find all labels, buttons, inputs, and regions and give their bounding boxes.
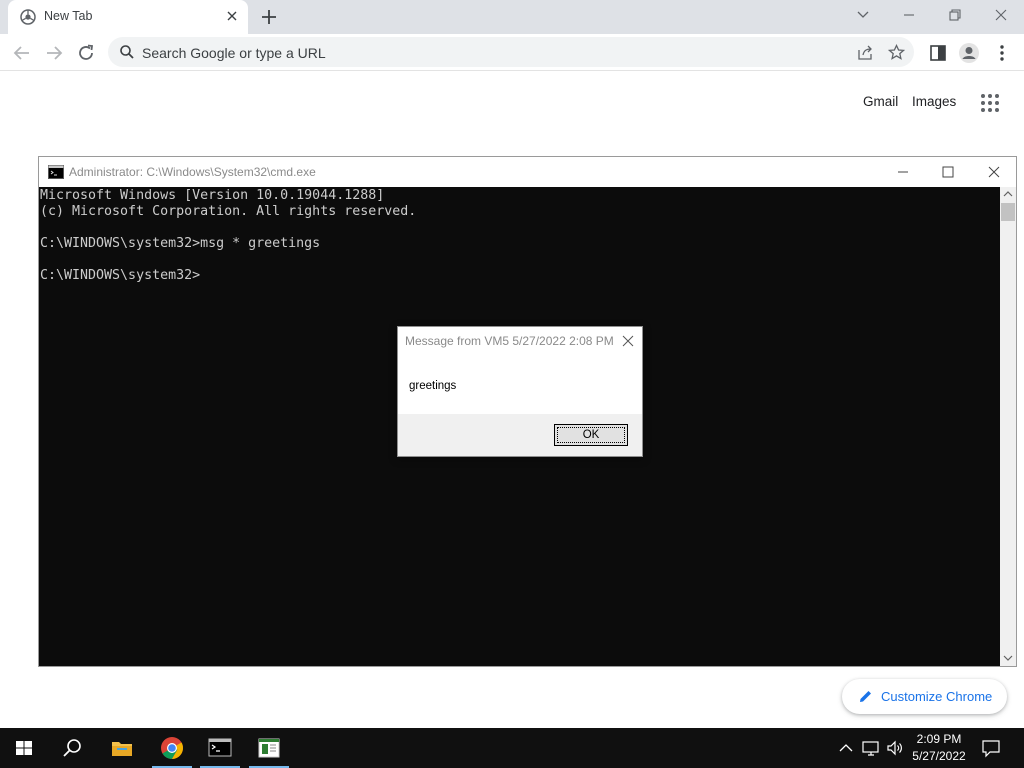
close-window-icon[interactable] xyxy=(988,5,1014,25)
customize-chrome-button[interactable]: Customize Chrome xyxy=(842,679,1007,714)
bookmark-star-icon[interactable] xyxy=(888,44,905,61)
taskbar-app[interactable] xyxy=(245,728,293,768)
tab-search-chevron-icon[interactable] xyxy=(850,5,876,25)
dialog-title: Message from VM5 5/27/2022 2:08 PM xyxy=(405,334,614,348)
message-dialog[interactable]: Message from VM5 5/27/2022 2:08 PM greet… xyxy=(397,326,643,457)
dialog-footer: OK xyxy=(398,414,642,456)
console-prompt: C:\WINDOWS\system32> xyxy=(40,268,201,283)
clock-time: 2:09 PM xyxy=(916,732,962,746)
gmail-link[interactable]: Gmail xyxy=(863,94,898,109)
notification-icon[interactable] xyxy=(981,738,1001,758)
start-icon xyxy=(16,741,32,755)
reload-icon[interactable] xyxy=(75,42,97,64)
scroll-down-icon[interactable] xyxy=(1003,653,1013,663)
browser-toolbar: Search Google or type a URL xyxy=(0,34,1024,71)
file-explorer-icon xyxy=(112,742,132,756)
search-icon xyxy=(120,45,134,59)
chevron-up-icon[interactable] xyxy=(836,738,856,758)
tab-title: New Tab xyxy=(44,9,93,23)
scroll-up-icon[interactable] xyxy=(1003,189,1013,199)
start-button[interactable] xyxy=(0,728,48,768)
new-tab-icon[interactable] xyxy=(259,7,279,27)
close-tab-icon[interactable] xyxy=(224,8,240,24)
ok-button[interactable]: OK xyxy=(554,424,628,446)
cmd-maximize-icon[interactable] xyxy=(938,162,958,182)
taskbar-cmd[interactable] xyxy=(196,728,244,768)
console-line: C:\WINDOWS\system32>msg * greetings xyxy=(40,236,321,251)
taskbar-file-explorer[interactable] xyxy=(98,728,146,768)
cmd-titlebar[interactable]: Administrator: C:\Windows\System32\cmd.e… xyxy=(39,157,1016,187)
cmd-minimize-icon[interactable] xyxy=(893,162,913,182)
taskbar-search-button[interactable] xyxy=(48,728,96,768)
volume-icon[interactable] xyxy=(885,738,905,758)
back-icon[interactable] xyxy=(11,42,33,64)
console-line: Microsoft Windows [Version 10.0.19044.12… xyxy=(40,188,385,203)
search-icon xyxy=(63,739,81,757)
images-link[interactable]: Images xyxy=(912,94,956,109)
share-icon[interactable] xyxy=(857,44,874,61)
address-bar[interactable]: Search Google or type a URL xyxy=(108,37,914,67)
chrome-favicon-icon xyxy=(20,9,36,25)
console-scrollbar[interactable] xyxy=(1000,187,1016,666)
dialog-message: greetings xyxy=(409,380,457,392)
clock-date: 5/27/2022 xyxy=(912,749,966,763)
address-bar-placeholder: Search Google or type a URL xyxy=(142,45,326,61)
taskbar: 2:09 PM 5/27/2022 xyxy=(0,728,1024,768)
tab-strip: New Tab xyxy=(0,0,1024,34)
tab-new-tab[interactable]: New Tab xyxy=(8,0,248,34)
app-icon xyxy=(258,738,280,758)
network-icon[interactable] xyxy=(861,738,881,758)
dialog-close-icon[interactable] xyxy=(622,335,634,347)
side-panel-icon[interactable] xyxy=(927,42,949,64)
chrome-icon xyxy=(161,737,183,759)
google-apps-icon[interactable] xyxy=(980,93,1000,113)
cmd-icon xyxy=(208,738,232,757)
customize-chrome-label: Customize Chrome xyxy=(881,689,993,704)
pencil-icon xyxy=(860,691,871,702)
cmd-app-icon xyxy=(48,165,64,179)
minimize-icon[interactable] xyxy=(896,5,922,25)
cmd-close-icon[interactable] xyxy=(984,162,1004,182)
forward-icon[interactable] xyxy=(43,42,65,64)
console-line: (c) Microsoft Corporation. All rights re… xyxy=(40,204,417,219)
restore-icon[interactable] xyxy=(942,5,968,25)
profile-avatar-icon[interactable] xyxy=(958,42,980,64)
taskbar-chrome[interactable] xyxy=(148,728,196,768)
scroll-thumb[interactable] xyxy=(1001,203,1015,221)
menu-kebab-icon[interactable] xyxy=(991,42,1013,64)
cmd-title: Administrator: C:\Windows\System32\cmd.e… xyxy=(69,165,316,179)
taskbar-clock[interactable]: 2:09 PM 5/27/2022 xyxy=(905,731,973,765)
